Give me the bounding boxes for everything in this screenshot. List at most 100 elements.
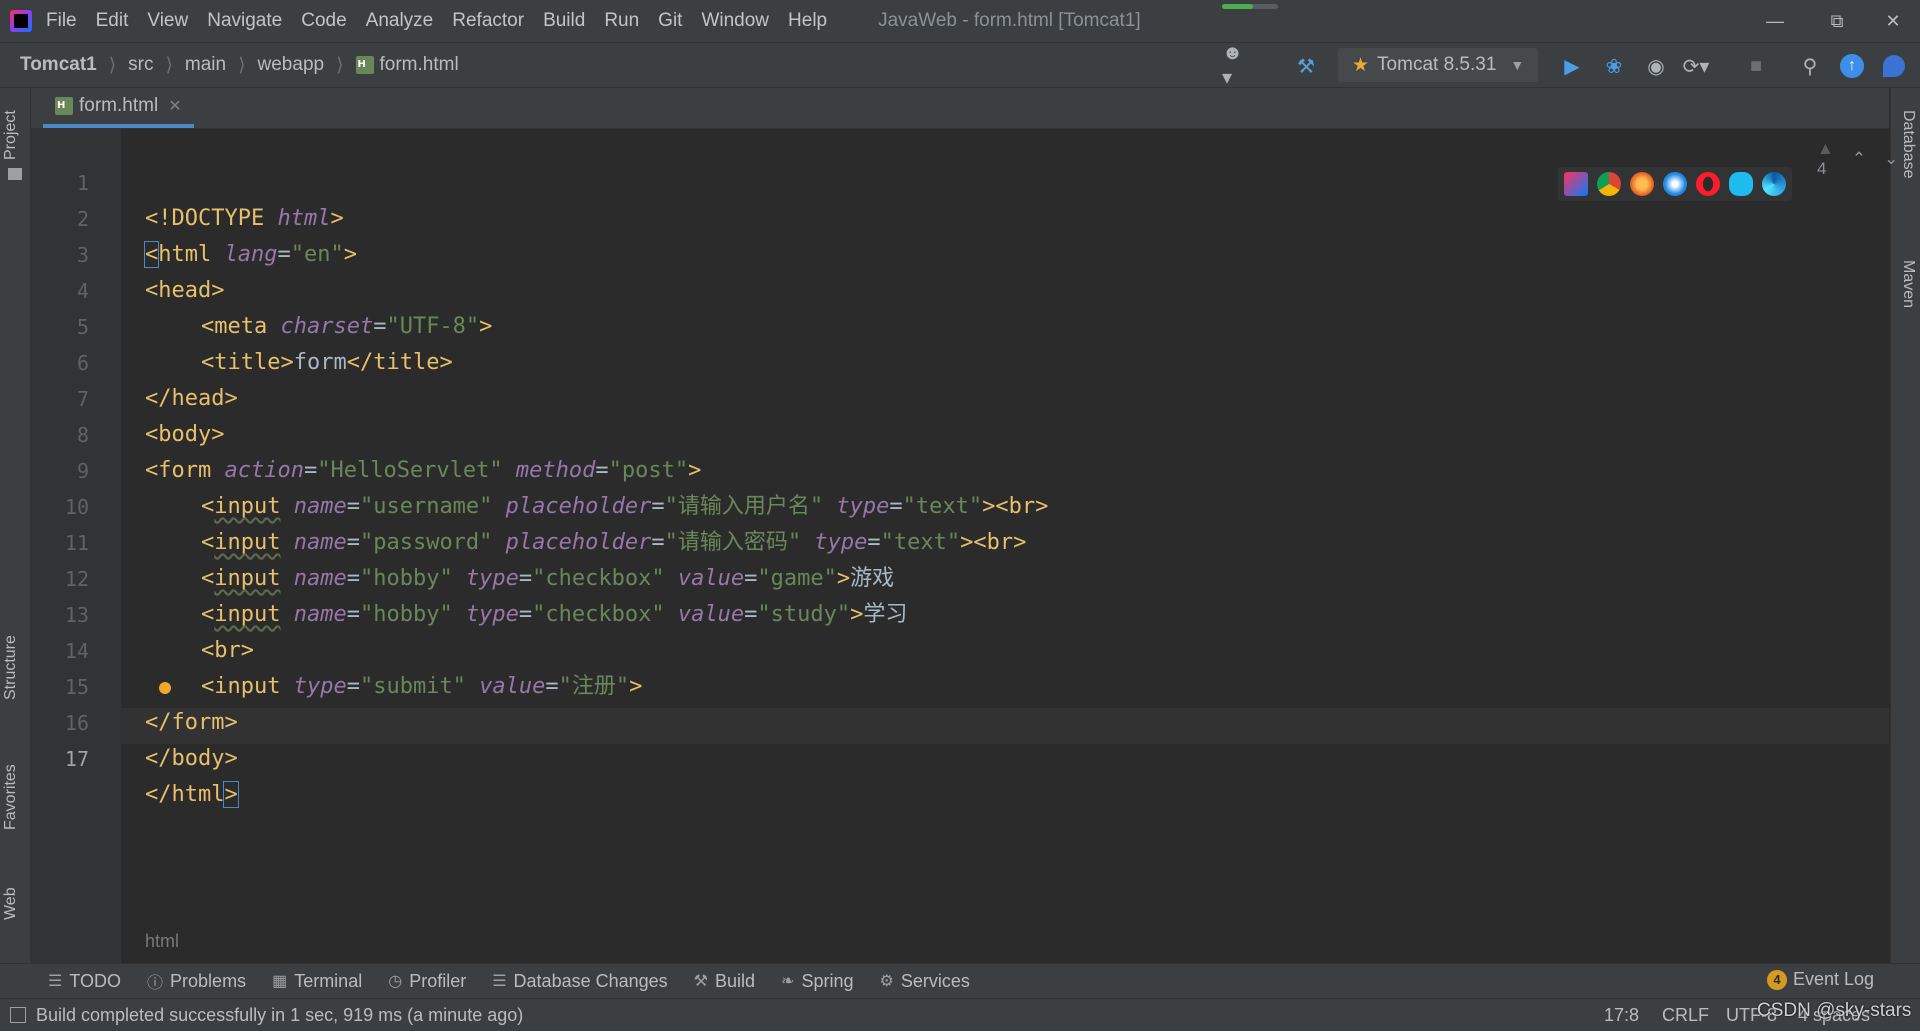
search-icon[interactable]: ⚲: [1796, 52, 1824, 80]
code-line[interactable]: 12 <input name="hobby" type="checkbox" v…: [31, 525, 1889, 627]
stop-icon[interactable]: ■: [1742, 52, 1770, 80]
menu-help[interactable]: Help: [788, 10, 827, 32]
code-with-me-icon[interactable]: [1880, 52, 1908, 80]
breadcrumb-webapp[interactable]: webapp: [258, 54, 325, 76]
intention-bulb-icon[interactable]: [159, 682, 171, 694]
database-icon: ☰: [492, 973, 507, 990]
breadcrumb-src[interactable]: src: [128, 54, 153, 76]
run-icon[interactable]: ▶: [1558, 52, 1586, 80]
close-tab-icon[interactable]: ✕: [168, 96, 181, 116]
profile-icon[interactable]: ⟳▾: [1682, 52, 1710, 80]
intellij-logo-icon: [10, 10, 32, 32]
menu-refactor[interactable]: Refactor: [452, 10, 524, 32]
tool-tab-favorites[interactable]: Favorites: [2, 764, 20, 830]
editor-tab-label: form.html: [79, 95, 159, 116]
account-icon[interactable]: ☻▾: [1222, 42, 1250, 89]
code-line[interactable]: 7 <body>: [31, 345, 1889, 447]
chevron-right-icon: ⟩: [108, 54, 117, 76]
menu-git[interactable]: Git: [658, 10, 682, 32]
background-task-progress[interactable]: [1222, 4, 1278, 9]
minimize-icon[interactable]: —: [1752, 6, 1798, 36]
breadcrumb-project[interactable]: Tomcat1: [20, 54, 97, 76]
tool-build[interactable]: ⚒ Build: [694, 971, 755, 992]
breadcrumb-file[interactable]: form.html: [355, 54, 459, 76]
code-line[interactable]: 5 <title>form</title>: [31, 273, 1889, 375]
profiler-icon: ◷: [388, 973, 403, 990]
title-bar: File Edit View Navigate Code Analyze Ref…: [0, 0, 1920, 43]
menu-build[interactable]: Build: [543, 10, 585, 32]
code-line[interactable]: 14 <input type="submit" value="注册">: [31, 597, 1889, 699]
coverage-icon[interactable]: ◉: [1642, 52, 1670, 80]
tool-window-bar: ☰ TODO ⓘ Problems ▦ Terminal ◷ Profiler ☰ Dat…: [0, 963, 1920, 998]
tool-spring-label: Spring: [801, 970, 854, 991]
code-line[interactable]: 13 <br>: [31, 561, 1889, 663]
line-separator[interactable]: CRLF: [1662, 1005, 1709, 1026]
menu-navigate[interactable]: Navigate: [207, 10, 282, 32]
restore-icon[interactable]: ⧉: [1814, 6, 1860, 36]
layout-toggle-icon[interactable]: [10, 1007, 26, 1023]
tool-terminal[interactable]: ▦ Terminal: [272, 971, 362, 992]
code-token: <: [145, 746, 159, 771]
tool-tab-structure[interactable]: Structure: [2, 635, 20, 700]
tool-profiler[interactable]: ◷ Profiler: [388, 971, 466, 992]
info-icon: ⓘ: [147, 975, 164, 992]
code-line[interactable]: 8 <form action="HelloServlet" method="po…: [31, 381, 1889, 483]
menu-code[interactable]: Code: [301, 10, 346, 32]
editor-tab-form-html[interactable]: form.html ✕: [43, 88, 194, 128]
tool-problems-label: Problems: [170, 970, 247, 991]
menu-file[interactable]: File: [46, 10, 77, 32]
tool-database-changes[interactable]: ☰ Database Changes: [492, 971, 667, 992]
update-icon[interactable]: ↑: [1838, 52, 1866, 80]
event-log-button[interactable]: 4 Event Log: [1766, 969, 1874, 990]
hammer-icon: ⚒: [693, 973, 708, 990]
code-line[interactable]: 6 </head>: [31, 309, 1889, 411]
code-line[interactable]: 1 <!DOCTYPE html>: [31, 129, 1889, 231]
code-line[interactable]: 11 <input name="hobby" type="checkbox" v…: [31, 489, 1889, 591]
menu-edit[interactable]: Edit: [96, 10, 129, 32]
tomcat-icon: ★: [1352, 54, 1370, 76]
code-line[interactable]: 16 </body>: [31, 669, 1889, 771]
run-configuration-selector[interactable]: ★ Tomcat 8.5.31 ▼: [1338, 48, 1538, 82]
tool-problems[interactable]: ⓘ Problems: [147, 969, 246, 993]
status-message[interactable]: Build completed successfully in 1 sec, 9…: [36, 1005, 523, 1026]
tool-build-label: Build: [715, 970, 756, 991]
menu-run[interactable]: Run: [604, 10, 639, 32]
build-hammer-icon[interactable]: ⚒: [1292, 52, 1320, 80]
code-line[interactable]: 9 <input name="username" placeholder="请输…: [31, 417, 1889, 519]
tool-services-label: Services: [900, 970, 970, 991]
caret-position[interactable]: 17:8: [1604, 1005, 1639, 1026]
code-line[interactable]: 3 <head>: [31, 201, 1889, 303]
window-title: JavaWeb - form.html [Tomcat1]: [878, 10, 1141, 31]
editor-breadcrumb[interactable]: html: [145, 931, 179, 952]
tool-tab-database[interactable]: Database: [1899, 110, 1917, 179]
progress-fill: [1222, 4, 1253, 9]
menu-analyze[interactable]: Analyze: [366, 10, 434, 32]
breadcrumb-main[interactable]: main: [185, 54, 226, 76]
tool-services[interactable]: ⚙ Services: [879, 971, 969, 992]
code-token: /body: [158, 746, 225, 771]
tool-tab-project[interactable]: Project: [2, 110, 20, 160]
menu-window[interactable]: Window: [701, 10, 769, 32]
tool-spring[interactable]: ❧ Spring: [781, 971, 853, 992]
tool-tab-web[interactable]: Web: [2, 887, 20, 920]
folder-icon: [8, 168, 22, 180]
left-tool-strip: Project Structure Favorites Web: [0, 88, 31, 963]
tool-tab-maven[interactable]: Maven: [1899, 260, 1917, 308]
close-window-icon[interactable]: ✕: [1870, 6, 1916, 36]
tool-todo[interactable]: ☰ TODO: [48, 971, 121, 992]
code-line[interactable]: 4 <meta charset="UTF-8">: [31, 237, 1889, 339]
debug-icon[interactable]: ❀: [1600, 52, 1628, 80]
code-line[interactable]: 10 <input name="password" placeholder="请…: [31, 453, 1889, 555]
chevron-right-icon: ⟩: [165, 54, 173, 76]
event-log-label: Event Log: [1792, 969, 1874, 989]
terminal-icon: ▦: [272, 973, 288, 990]
status-bar: Build completed successfully in 1 sec, 9…: [0, 998, 1920, 1031]
code-editor[interactable]: ▲ 4 ⌃ ⌄ 1 <!DOCTYPE html> 2 <html lang="…: [31, 129, 1898, 963]
right-tool-strip: Database Maven: [1890, 88, 1920, 963]
code-line[interactable]: 15 </form>: [31, 633, 1889, 735]
code-line[interactable]: 2 <html lang="en">: [31, 165, 1889, 268]
menu-view[interactable]: View: [147, 10, 188, 32]
event-log-count-badge: 4: [1766, 969, 1787, 990]
html-file-icon: [355, 56, 374, 74]
code-line-current[interactable]: 17 </html>: [31, 705, 1889, 808]
